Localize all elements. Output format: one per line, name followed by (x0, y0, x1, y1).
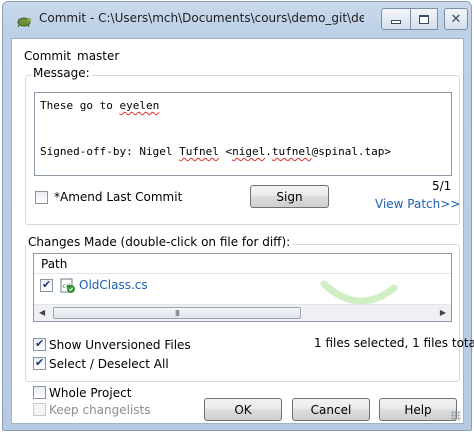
select-deselect-checkbox[interactable] (33, 356, 46, 370)
cancel-button[interactable]: Cancel (292, 398, 370, 421)
view-patch-link[interactable]: View Patch>> (375, 197, 460, 211)
select-deselect-label: Select / Deselect All (49, 357, 169, 371)
minimize-icon (391, 20, 401, 24)
sign-button[interactable]: Sign (250, 185, 329, 208)
close-button[interactable]: ✕ (444, 8, 468, 30)
commit-label: Commit (24, 49, 72, 63)
misspelled-word: eyelen (119, 99, 160, 112)
list-header: Path (34, 254, 451, 274)
scroll-right-icon[interactable]: ▶ (440, 308, 446, 317)
signoff-prefix: Signed-off-by: Nigel (40, 145, 180, 158)
whole-project-checkbox[interactable] (33, 386, 46, 399)
column-header-path[interactable]: Path (41, 257, 67, 271)
message-line-1: These go to eyelen (40, 99, 159, 112)
commit-message-input[interactable]: These go to eyelen Signed-off-by: Nigel … (34, 92, 452, 176)
maximize-button[interactable] (410, 8, 438, 30)
signoff-email-host: tufnel (271, 145, 312, 158)
signoff-email-domain: @spinal.tap> (311, 145, 392, 158)
commit-dialog-window: Commit - C:\Users\mch\Documents\cours\de… (2, 1, 474, 431)
window-title: Commit - C:\Users\mch\Documents\cours\de… (39, 11, 364, 25)
scroll-thumb[interactable]: III (53, 307, 301, 319)
message-line-signoff: Signed-off-by: Nigel Tufnel <nigel.tufne… (40, 145, 391, 158)
horizontal-scrollbar[interactable]: ◀ III ▶ (34, 304, 451, 321)
maximize-icon (419, 14, 429, 24)
message-counter: 5/1 (432, 179, 452, 193)
minimize-button[interactable] (381, 8, 411, 30)
signoff-email-dot: . (265, 145, 272, 158)
ok-button[interactable]: OK (204, 398, 282, 421)
scroll-thumb-grip: III (174, 308, 180, 318)
keep-changelists-checkbox[interactable] (33, 403, 46, 416)
branch-name: master (77, 49, 120, 63)
changed-files-list[interactable]: Path c# OldClass.cs (33, 253, 452, 322)
message-text: These go to (40, 99, 120, 112)
dialog-client-area: Commit master Message: These go to eyele… (11, 38, 474, 424)
file-checkbox[interactable] (40, 278, 53, 292)
whole-project-label: Whole Project (49, 386, 132, 400)
resize-grip[interactable] (451, 411, 461, 421)
message-group-label: Message: (31, 66, 92, 80)
close-icon: ✕ (450, 11, 462, 27)
amend-commit-label: *Amend Last Commit (54, 190, 183, 204)
file-name[interactable]: OldClass.cs (79, 278, 148, 292)
scroll-left-icon[interactable]: ◀ (39, 308, 45, 317)
show-unversioned-checkbox[interactable] (33, 337, 46, 351)
files-status: 1 files selected, 1 files total (314, 336, 474, 350)
changes-group-label: Changes Made (double-click on file for d… (26, 235, 293, 249)
amend-commit-checkbox[interactable] (35, 191, 48, 204)
signoff-name: Tufnel (179, 145, 219, 158)
signoff-email-user: nigel (232, 145, 266, 158)
tortoise-app-icon (16, 13, 32, 29)
help-button[interactable]: Help (379, 398, 457, 421)
signoff-lt: < (218, 145, 233, 158)
keep-changelists-label: Keep changelists (49, 403, 151, 417)
title-bar[interactable]: Commit - C:\Users\mch\Documents\cours\de… (3, 2, 471, 36)
csharp-file-icon: c# (60, 278, 75, 293)
show-unversioned-label: Show Unversioned Files (49, 338, 191, 352)
watermark-logo-icon (314, 276, 404, 306)
